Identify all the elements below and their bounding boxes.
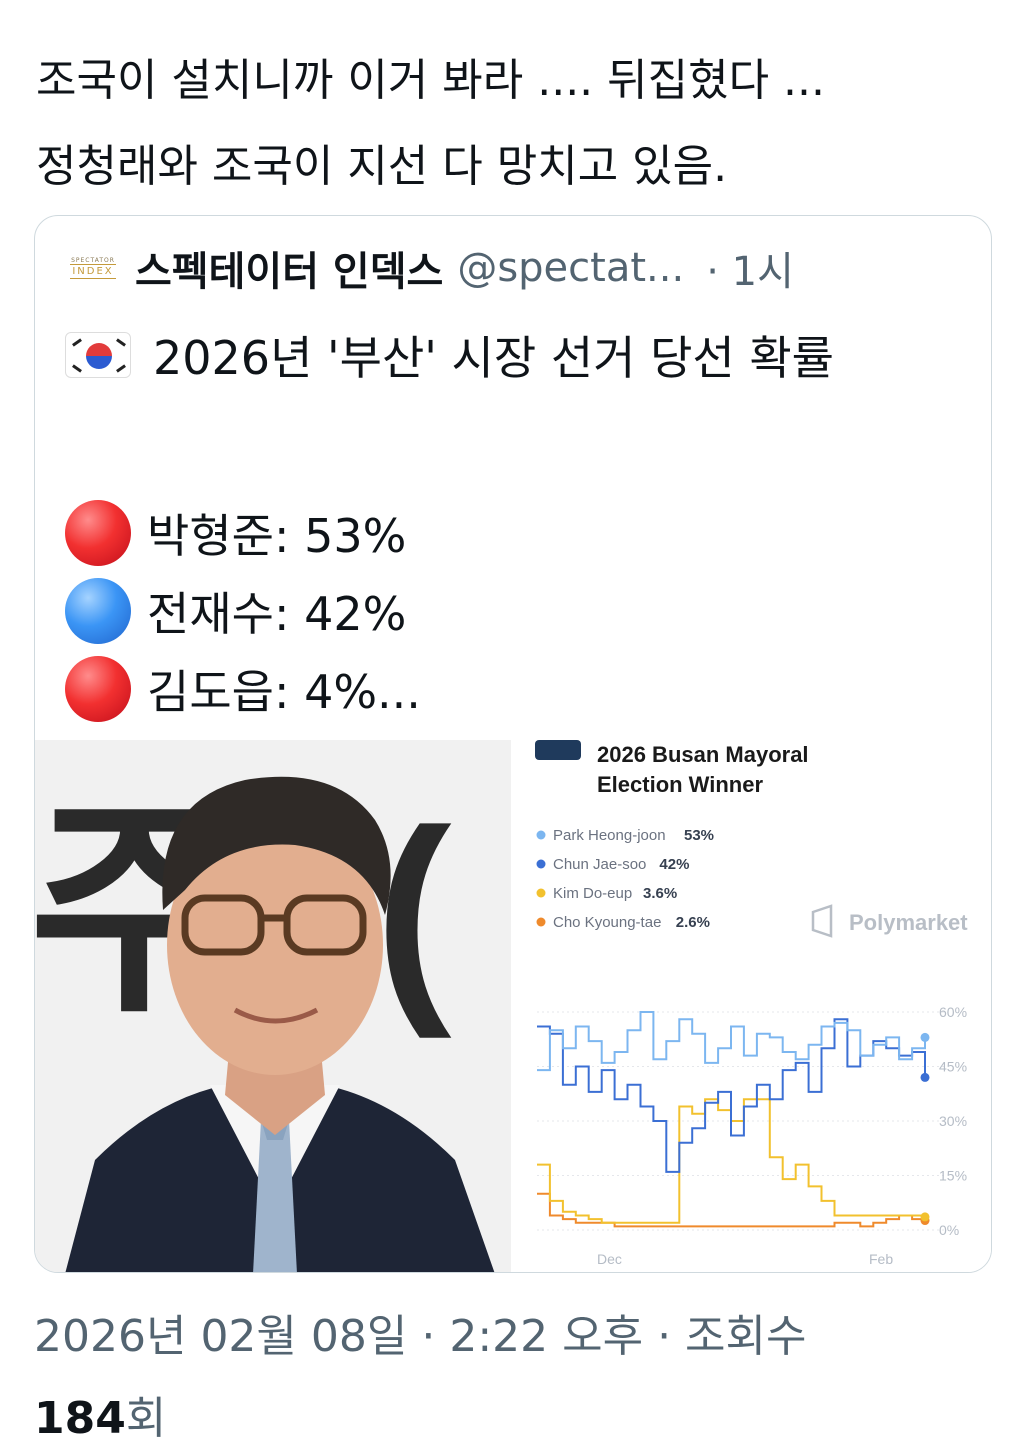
- y-tick-label: 45%: [939, 1059, 967, 1075]
- series-end-point: [920, 1212, 930, 1222]
- post-time[interactable]: · 1시: [706, 239, 794, 297]
- account-handle[interactable]: @spectat...: [457, 245, 684, 291]
- x-tick-label: Dec: [597, 1251, 622, 1267]
- post-timestamp[interactable]: 2026년 02월 08일 · 2:22 오후 · 조회수: [34, 1300, 806, 1364]
- candidate-text: 전재수: 42%: [147, 587, 407, 641]
- legend-label: Chun Jae-soo: [553, 856, 646, 873]
- series-end-point: [920, 1072, 930, 1082]
- legend-marker: [536, 859, 546, 869]
- korea-flag-icon: [65, 332, 131, 378]
- candidate-text: 박형준: 53%: [147, 509, 407, 563]
- y-tick-label: 15%: [939, 1168, 967, 1184]
- chart-title-line-1: 2026 Busan Mayoral: [597, 742, 809, 767]
- candidate-row: 전재수: 42%: [65, 572, 965, 650]
- post-text-line-2: 정청래와 조국이 지선 다 망치고 있음.: [36, 141, 728, 192]
- portrait-illustration: 주+(: [35, 740, 511, 1272]
- quoted-post-body: 2026년 '부산' 시장 선거 당선 확률 박형준: 53% 전재수: 42%…: [65, 324, 965, 728]
- polymarket-brand-text: Polymarket: [849, 910, 968, 935]
- polymarket-icon: [811, 904, 833, 938]
- red-circle-icon: [65, 656, 131, 722]
- candidate-photo[interactable]: 주+(: [35, 740, 511, 1272]
- logo-text-bottom: INDEX: [70, 264, 116, 279]
- polymarket-brand: Polymarket: [811, 904, 968, 938]
- view-count-unit: 회: [125, 1393, 167, 1444]
- candidate-text: 김도읍: 4%...: [147, 665, 421, 719]
- legend-marker: [536, 917, 546, 927]
- chart-svg: 2026 Busan Mayoral Election Winner Park …: [535, 740, 968, 1267]
- blue-circle-icon: [65, 578, 131, 644]
- post-text: 조국이 설치니까 이거 봐라 .... 뒤집혔다 ... 정청래와 조국이 지선…: [36, 38, 996, 210]
- y-tick-label: 0%: [939, 1222, 959, 1238]
- account-name[interactable]: 스펙테이터 인덱스: [135, 239, 443, 297]
- legend-value: 42%: [659, 856, 689, 873]
- logo-text-top: SPECTATOR: [71, 257, 115, 264]
- chart-title-line-2: Election Winner: [597, 772, 763, 797]
- series-line: [537, 1011, 926, 1072]
- market-thumbnail-icon: [535, 740, 581, 760]
- view-count-number: 184: [34, 1393, 126, 1444]
- post-text-line-1: 조국이 설치니까 이거 봐라 .... 뒤집혔다 ...: [36, 55, 826, 106]
- quoted-title: 2026년 '부산' 시장 선거 당선 확률: [153, 331, 834, 385]
- legend-marker: [536, 888, 546, 898]
- candidate-row: 김도읍: 4%...: [65, 650, 965, 728]
- account-logo[interactable]: SPECTATOR INDEX: [65, 248, 121, 288]
- polymarket-chart[interactable]: 2026 Busan Mayoral Election Winner Park …: [515, 740, 991, 1272]
- y-tick-label: 30%: [939, 1113, 967, 1129]
- y-tick-label: 60%: [939, 1004, 967, 1020]
- quoted-title-row: 2026년 '부산' 시장 선거 당선 확률: [65, 324, 965, 386]
- x-tick-label: Feb: [869, 1251, 893, 1267]
- quoted-post-card[interactable]: SPECTATOR INDEX 스펙테이터 인덱스 @spectat... · …: [34, 215, 992, 1273]
- candidate-row: 박형준: 53%: [65, 494, 965, 572]
- series-line: [537, 1192, 926, 1228]
- legend-marker: [536, 830, 546, 840]
- legend-value: 3.6%: [643, 885, 677, 902]
- red-circle-icon: [65, 500, 131, 566]
- legend-value: 2.6%: [676, 914, 710, 931]
- series-end-point: [920, 1032, 930, 1042]
- legend-label: Park Heong-joon: [553, 827, 666, 844]
- quoted-post-header: SPECTATOR INDEX 스펙테이터 인덱스 @spectat... · …: [65, 238, 965, 298]
- legend-label: Cho Kyoung-tae: [553, 914, 661, 931]
- view-count: 184회: [34, 1382, 166, 1446]
- legend-label: Kim Do-eup: [553, 885, 632, 902]
- legend-value: 53%: [684, 827, 714, 844]
